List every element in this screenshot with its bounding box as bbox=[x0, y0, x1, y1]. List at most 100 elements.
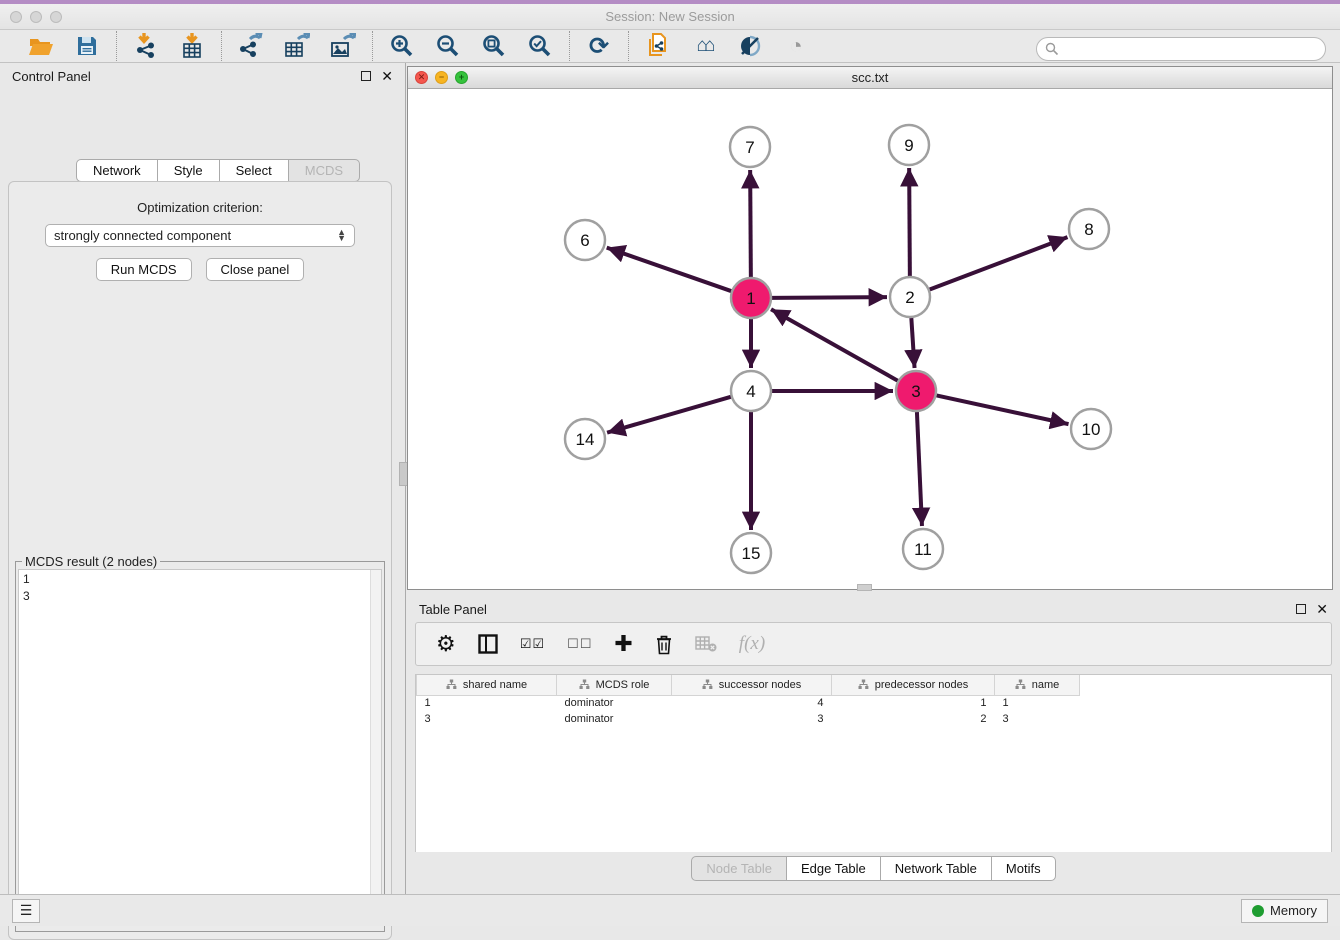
refresh-layout-icon[interactable]: ⟳ bbox=[584, 32, 614, 60]
table-row[interactable]: 1dominator411 bbox=[417, 695, 1080, 711]
table-cell[interactable]: 2 bbox=[832, 711, 995, 727]
export-image-icon[interactable] bbox=[328, 32, 358, 60]
graph-edge-2-8[interactable] bbox=[930, 237, 1068, 289]
graph-node-label: 7 bbox=[745, 138, 754, 157]
search-input[interactable] bbox=[1059, 39, 1325, 59]
network-graph[interactable]: 7968124314101511 bbox=[408, 89, 1332, 589]
first-neighbors-icon[interactable]: ⌂⌂ bbox=[689, 32, 719, 60]
export-table-icon[interactable] bbox=[282, 32, 312, 60]
memory-button[interactable]: Memory bbox=[1241, 899, 1328, 923]
clone-network-icon[interactable] bbox=[643, 32, 673, 60]
import-table-icon[interactable] bbox=[177, 32, 207, 60]
criterion-select[interactable]: strongly connected component ▲ ▼ bbox=[45, 224, 355, 247]
graph-edge-3-10[interactable] bbox=[937, 395, 1069, 424]
zoom-in-icon[interactable] bbox=[387, 32, 417, 60]
select-all-columns-icon[interactable]: ☑☑ bbox=[520, 636, 545, 652]
graph-edge-3-1[interactable] bbox=[771, 309, 898, 380]
search-field[interactable] bbox=[1036, 37, 1326, 61]
control-panel: Control Panel ✕ Network Style Select MCD… bbox=[0, 63, 406, 894]
table-cell[interactable]: 4 bbox=[672, 695, 832, 711]
column-header-label: predecessor nodes bbox=[875, 679, 969, 691]
tab-node-table[interactable]: Node Table bbox=[691, 856, 787, 881]
window-title: Session: New Session bbox=[0, 9, 1340, 24]
delete-columns-trash-icon[interactable] bbox=[655, 634, 673, 655]
column-header-MCDS-role[interactable]: MCDS role bbox=[557, 675, 672, 695]
mcds-result-textarea[interactable]: 1 3 bbox=[18, 569, 382, 921]
task-history-button[interactable]: ☰ bbox=[12, 899, 40, 923]
table-row[interactable]: 3dominator323 bbox=[417, 711, 1080, 727]
graph-edge-3-11[interactable] bbox=[917, 412, 922, 526]
close-panel-icon[interactable]: ✕ bbox=[381, 71, 393, 81]
run-mcds-button[interactable]: Run MCDS bbox=[96, 258, 192, 281]
graph-node-label: 2 bbox=[905, 288, 914, 307]
maximize-window-button[interactable] bbox=[50, 11, 62, 23]
graph-edge-2-3[interactable] bbox=[911, 318, 914, 368]
tab-network[interactable]: Network bbox=[76, 159, 158, 182]
deselect-all-columns-icon[interactable]: ☐☐ bbox=[567, 636, 592, 652]
create-column-icon[interactable]: ✚ bbox=[614, 631, 632, 657]
close-window-button[interactable] bbox=[10, 11, 22, 23]
minimize-window-button[interactable] bbox=[30, 11, 42, 23]
column-header-label: MCDS role bbox=[596, 679, 650, 691]
table-cell[interactable]: 1 bbox=[832, 695, 995, 711]
table-cell[interactable]: 3 bbox=[672, 711, 832, 727]
graph-edge-2-9[interactable] bbox=[909, 168, 910, 276]
tab-select[interactable]: Select bbox=[220, 159, 289, 182]
memory-label: Memory bbox=[1270, 903, 1317, 918]
hierarchy-icon bbox=[702, 679, 713, 690]
table-cell[interactable]: 1 bbox=[995, 695, 1080, 711]
tab-network-table[interactable]: Network Table bbox=[881, 856, 992, 881]
tab-edge-table[interactable]: Edge Table bbox=[787, 856, 881, 881]
table-cell[interactable]: dominator bbox=[557, 711, 672, 727]
zoom-fit-icon[interactable] bbox=[479, 32, 509, 60]
app-titlebar[interactable]: Session: New Session bbox=[0, 4, 1340, 30]
table-toolbar: ⚙ ☑☑ ☐☐ ✚ f(x) bbox=[415, 622, 1332, 666]
delete-table-icon[interactable] bbox=[695, 635, 717, 653]
hierarchy-icon bbox=[1015, 679, 1026, 690]
zoom-selected-icon[interactable] bbox=[525, 32, 555, 60]
graph-edge-1-2[interactable] bbox=[772, 297, 887, 298]
graph-edge-4-14[interactable] bbox=[607, 397, 731, 433]
mcds-tab-content: Optimization criterion: strongly connect… bbox=[8, 181, 392, 940]
control-panel-header: Control Panel ✕ bbox=[0, 63, 405, 89]
table-cell[interactable]: 1 bbox=[417, 695, 557, 711]
toggle-graphics-details-icon[interactable] bbox=[735, 32, 765, 60]
tab-motifs[interactable]: Motifs bbox=[992, 856, 1056, 881]
column-header-predecessor-nodes[interactable]: predecessor nodes bbox=[832, 675, 995, 695]
column-header-shared-name[interactable]: shared name bbox=[417, 675, 557, 695]
column-header-name[interactable]: name bbox=[995, 675, 1080, 695]
column-header-successor-nodes[interactable]: successor nodes bbox=[672, 675, 832, 695]
tab-mcds[interactable]: MCDS bbox=[289, 159, 360, 182]
zoom-out-icon[interactable] bbox=[433, 32, 463, 60]
export-network-icon[interactable] bbox=[236, 32, 266, 60]
column-header-label: name bbox=[1032, 679, 1060, 691]
table-cell[interactable]: 3 bbox=[417, 711, 557, 727]
float-panel-icon[interactable] bbox=[1296, 604, 1306, 614]
close-panel-button[interactable]: Close panel bbox=[206, 258, 305, 281]
graph-node-label: 15 bbox=[742, 544, 761, 563]
table-panel-title: Table Panel bbox=[419, 602, 487, 617]
function-builder-icon[interactable]: f(x) bbox=[739, 633, 765, 655]
network-window-titlebar[interactable]: ✕ − + scc.txt bbox=[408, 67, 1332, 89]
table-options-gear-icon[interactable]: ⚙ bbox=[436, 631, 456, 657]
save-session-icon[interactable] bbox=[72, 32, 102, 60]
node-table[interactable]: shared name MCDS role successor nodes prede… bbox=[415, 674, 1332, 852]
table-panel: Table Panel ✕ ⚙ ☑☑ ☐☐ ✚ bbox=[407, 596, 1340, 890]
import-network-icon[interactable] bbox=[131, 32, 161, 60]
table-cell[interactable]: 3 bbox=[995, 711, 1080, 727]
float-panel-icon[interactable] bbox=[361, 71, 371, 81]
birds-eye-view-icon[interactable]: ◔ bbox=[781, 32, 811, 60]
tab-style[interactable]: Style bbox=[158, 159, 220, 182]
open-file-icon[interactable] bbox=[26, 32, 56, 60]
horizontal-splitter-grip[interactable] bbox=[857, 584, 872, 591]
close-panel-icon[interactable]: ✕ bbox=[1316, 604, 1328, 614]
table-cell[interactable]: dominator bbox=[557, 695, 672, 711]
show-column-panel-icon[interactable] bbox=[478, 634, 498, 654]
graph-node-label: 6 bbox=[580, 231, 589, 250]
graph-edge-1-6[interactable] bbox=[607, 248, 731, 291]
mcds-result-scrollbar[interactable] bbox=[370, 570, 381, 920]
graph-edge-1-7[interactable] bbox=[750, 170, 751, 277]
table-panel-header: Table Panel ✕ bbox=[407, 596, 1340, 622]
mcds-result-group: MCDS result (2 nodes) 1 3 bbox=[15, 554, 385, 932]
graph-node-label: 8 bbox=[1084, 220, 1093, 239]
